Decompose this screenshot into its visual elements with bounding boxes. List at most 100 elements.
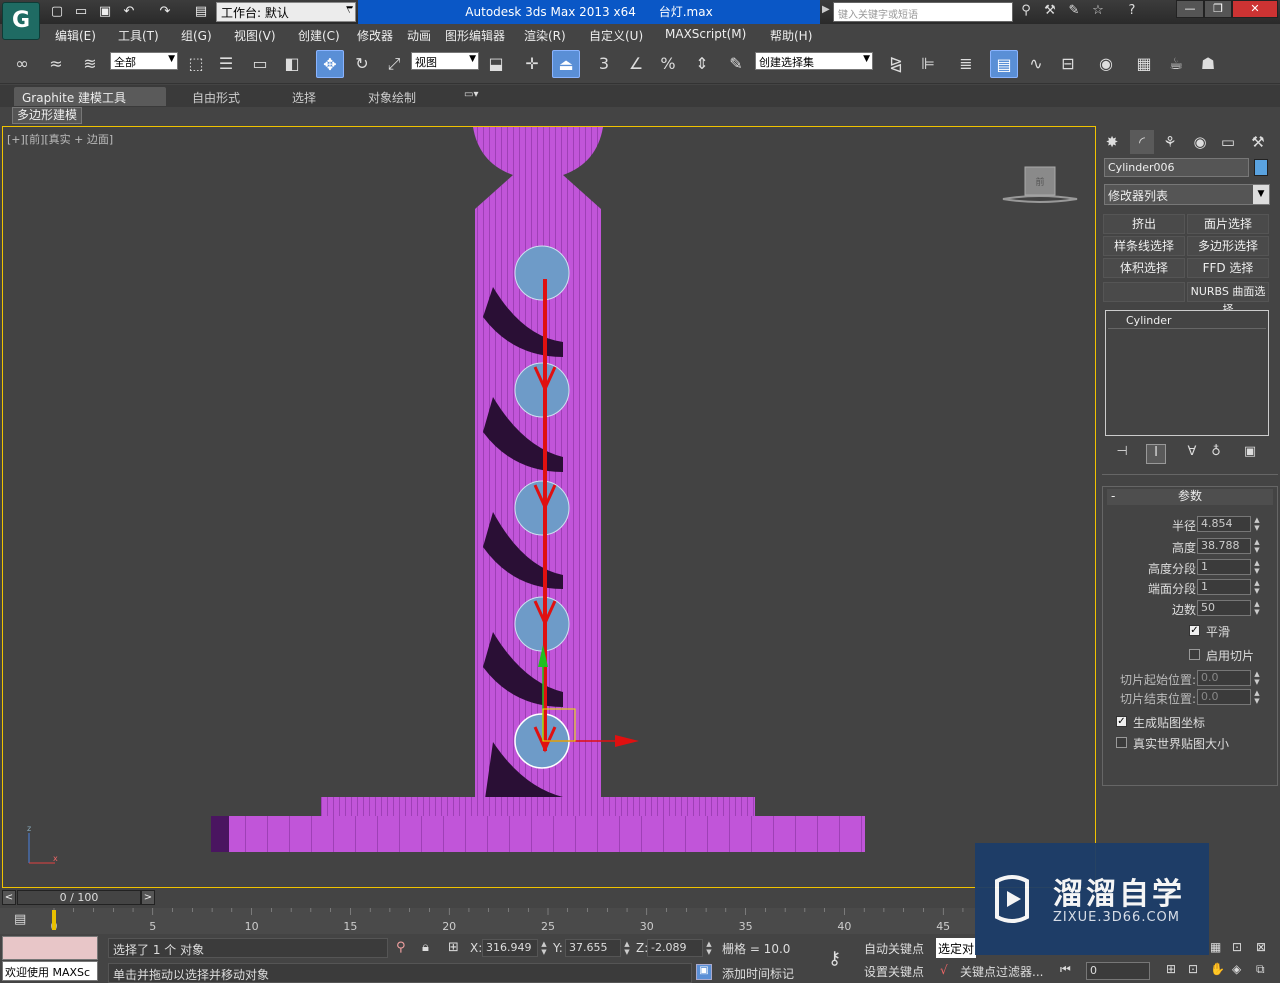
spinner-snap-icon[interactable]: ⇕	[688, 50, 716, 78]
slice-checkbox[interactable]	[1189, 649, 1200, 660]
menu-help[interactable]: 帮助(H)	[770, 27, 812, 44]
time-config-icon[interactable]: ⊞	[1166, 962, 1176, 976]
key-filters-button[interactable]: 关键点过滤器...	[960, 963, 1043, 980]
y-coord-input[interactable]: 37.655	[565, 939, 621, 957]
selection-filter-dropdown[interactable]: 全部 ▼	[110, 52, 178, 70]
zoom-all-icon[interactable]: ▦	[1210, 940, 1221, 954]
y-spinner[interactable]: ▲ ▼	[623, 940, 631, 956]
pan-icon[interactable]: ✋	[1210, 962, 1225, 976]
menu-views[interactable]: 视图(V)	[234, 27, 276, 44]
motion-tab-icon[interactable]: ◉	[1188, 130, 1212, 154]
height-spinner[interactable]: ▲ ▼	[1253, 538, 1261, 554]
goto-start-icon[interactable]: ⏮	[1060, 962, 1071, 977]
select-rotate-icon[interactable]: ↻	[348, 50, 376, 78]
set-key-button[interactable]: 设置关键点	[864, 963, 924, 980]
height-input[interactable]: 38.788	[1197, 538, 1251, 554]
modify-tab-icon[interactable]: ◜	[1130, 130, 1154, 154]
bind-space-warp-icon[interactable]: ≋	[76, 50, 104, 78]
modifier-list-dropdown[interactable]: 修改器列表 ▼	[1104, 184, 1270, 205]
maximize-viewport-icon[interactable]: ⧉	[1256, 962, 1265, 977]
workspace-dropdown[interactable]: 工作台: 默认 ▼	[216, 2, 356, 22]
menu-maxscript[interactable]: MAXScript(M)	[665, 27, 746, 41]
make-unique-icon[interactable]: ∀	[1182, 444, 1202, 464]
close-button[interactable]: ✕	[1232, 0, 1278, 18]
show-end-result-icon[interactable]: I	[1146, 444, 1166, 464]
cap-segments-spinner[interactable]: ▲ ▼	[1253, 579, 1261, 595]
keyboard-shortcut-override-icon[interactable]: ⏏	[552, 50, 580, 78]
tab-graphite[interactable]: Graphite 建模工具	[14, 87, 166, 106]
mini-curve-editor-icon[interactable]: ▤	[14, 912, 34, 928]
time-prev-button[interactable]: <	[2, 890, 16, 905]
rect-selection-icon[interactable]: ▭	[246, 50, 274, 78]
empty-modifier-button[interactable]	[1103, 282, 1185, 302]
smooth-checkbox[interactable]: ✓	[1189, 625, 1200, 636]
select-object-icon[interactable]: ⬚	[182, 50, 210, 78]
menu-rendering[interactable]: 渲染(R)	[524, 27, 566, 44]
search-input[interactable]: 键入关键字或短语	[833, 2, 1013, 22]
menu-modifiers[interactable]: 修改器	[357, 27, 393, 44]
select-by-name-icon[interactable]: ☰	[212, 50, 240, 78]
lock-icon[interactable]: 🔒︎	[422, 940, 429, 955]
maximize-button[interactable]: ❐	[1204, 0, 1232, 18]
curve-editor-icon[interactable]: ∿	[1022, 50, 1050, 78]
object-color-swatch[interactable]	[1254, 159, 1268, 176]
slice-from-spinner[interactable]: ▲ ▼	[1253, 670, 1261, 686]
nurbs-select-button[interactable]: NURBS 曲面选择	[1187, 282, 1269, 316]
minimize-button[interactable]: —	[1176, 0, 1204, 18]
menu-tools[interactable]: 工具(T)	[118, 27, 159, 44]
gizmo-x-arrow[interactable]	[615, 735, 639, 747]
stack-item-cylinder[interactable]: Cylinder	[1108, 313, 1266, 329]
cylinder-instance[interactable]	[514, 245, 570, 301]
orbit-icon[interactable]: ◈	[1232, 962, 1241, 976]
create-tab-icon[interactable]: ✸	[1100, 130, 1124, 154]
fov-icon[interactable]: ⊠	[1256, 940, 1266, 954]
current-frame-input[interactable]: 0	[1086, 962, 1150, 980]
auto-key-button[interactable]: 自动关键点	[864, 940, 924, 957]
favorites-icon[interactable]: ☆	[1088, 3, 1108, 21]
open-file-icon[interactable]: ▭	[72, 3, 90, 21]
search-expand-icon[interactable]: ▶	[822, 4, 830, 15]
sides-input[interactable]: 50	[1197, 600, 1251, 616]
tab-freeform[interactable]: 自由形式	[184, 87, 248, 106]
hierarchy-tab-icon[interactable]: ⚘	[1158, 130, 1182, 154]
named-selection-dropdown[interactable]: 创建选择集 ▼	[755, 52, 873, 70]
height-segments-spinner[interactable]: ▲ ▼	[1253, 559, 1261, 575]
link-icon[interactable]: ∞	[8, 50, 36, 78]
communication-icon[interactable]: ✎	[1064, 3, 1084, 21]
menu-group[interactable]: 组(G)	[181, 27, 212, 44]
render-production-icon[interactable]: ☗	[1194, 50, 1222, 78]
graphite-toggle-icon[interactable]: ▤	[990, 50, 1018, 78]
display-tab-icon[interactable]: ▭	[1216, 130, 1240, 154]
spline-select-button[interactable]: 样条线选择	[1103, 236, 1185, 256]
undo-icon[interactable]: ↶	[120, 3, 138, 21]
project-folder-icon[interactable]: ▤	[192, 3, 210, 21]
real-world-checkbox[interactable]	[1116, 737, 1127, 748]
render-setup-icon[interactable]: ▦	[1130, 50, 1158, 78]
vol-select-button[interactable]: 体积选择	[1103, 258, 1185, 278]
maxscript-input[interactable]: 欢迎使用 MAXSc	[2, 961, 98, 981]
ffd-select-button[interactable]: FFD 选择	[1187, 258, 1269, 278]
cylinder-instance[interactable]	[514, 480, 570, 536]
select-scale-icon[interactable]: ⤢	[380, 50, 408, 78]
time-next-button[interactable]: >	[141, 890, 155, 905]
patch-select-button[interactable]: 面片选择	[1187, 214, 1269, 234]
rendered-frame-icon[interactable]: ☕	[1162, 50, 1190, 78]
select-move-icon[interactable]: ✥	[316, 50, 344, 78]
binoculars-icon[interactable]: ⚲	[1016, 3, 1036, 21]
cylinder-instance[interactable]	[514, 362, 570, 418]
zoom-extents-icon[interactable]: ⊡	[1188, 962, 1198, 976]
z-spinner[interactable]: ▲ ▼	[705, 940, 713, 956]
ribbon-options-icon[interactable]: ▭▾	[464, 89, 486, 101]
current-frame-marker[interactable]	[52, 910, 56, 930]
rollout-title[interactable]: - 参数	[1107, 489, 1273, 505]
window-crossing-icon[interactable]: ◧	[278, 50, 306, 78]
save-icon[interactable]: ▣	[96, 3, 114, 21]
radius-spinner[interactable]: ▲ ▼	[1253, 516, 1261, 532]
cylinder-instance[interactable]	[514, 596, 570, 652]
unlink-icon[interactable]: ≈	[42, 50, 70, 78]
configure-sets-icon[interactable]: ▣	[1240, 444, 1260, 464]
mirror-icon[interactable]: ⧎	[882, 50, 910, 78]
time-slider-thumb[interactable]: 0 / 100	[17, 890, 141, 905]
slice-to-spinner[interactable]: ▲ ▼	[1253, 689, 1261, 705]
tab-selection[interactable]: 选择	[284, 87, 324, 106]
